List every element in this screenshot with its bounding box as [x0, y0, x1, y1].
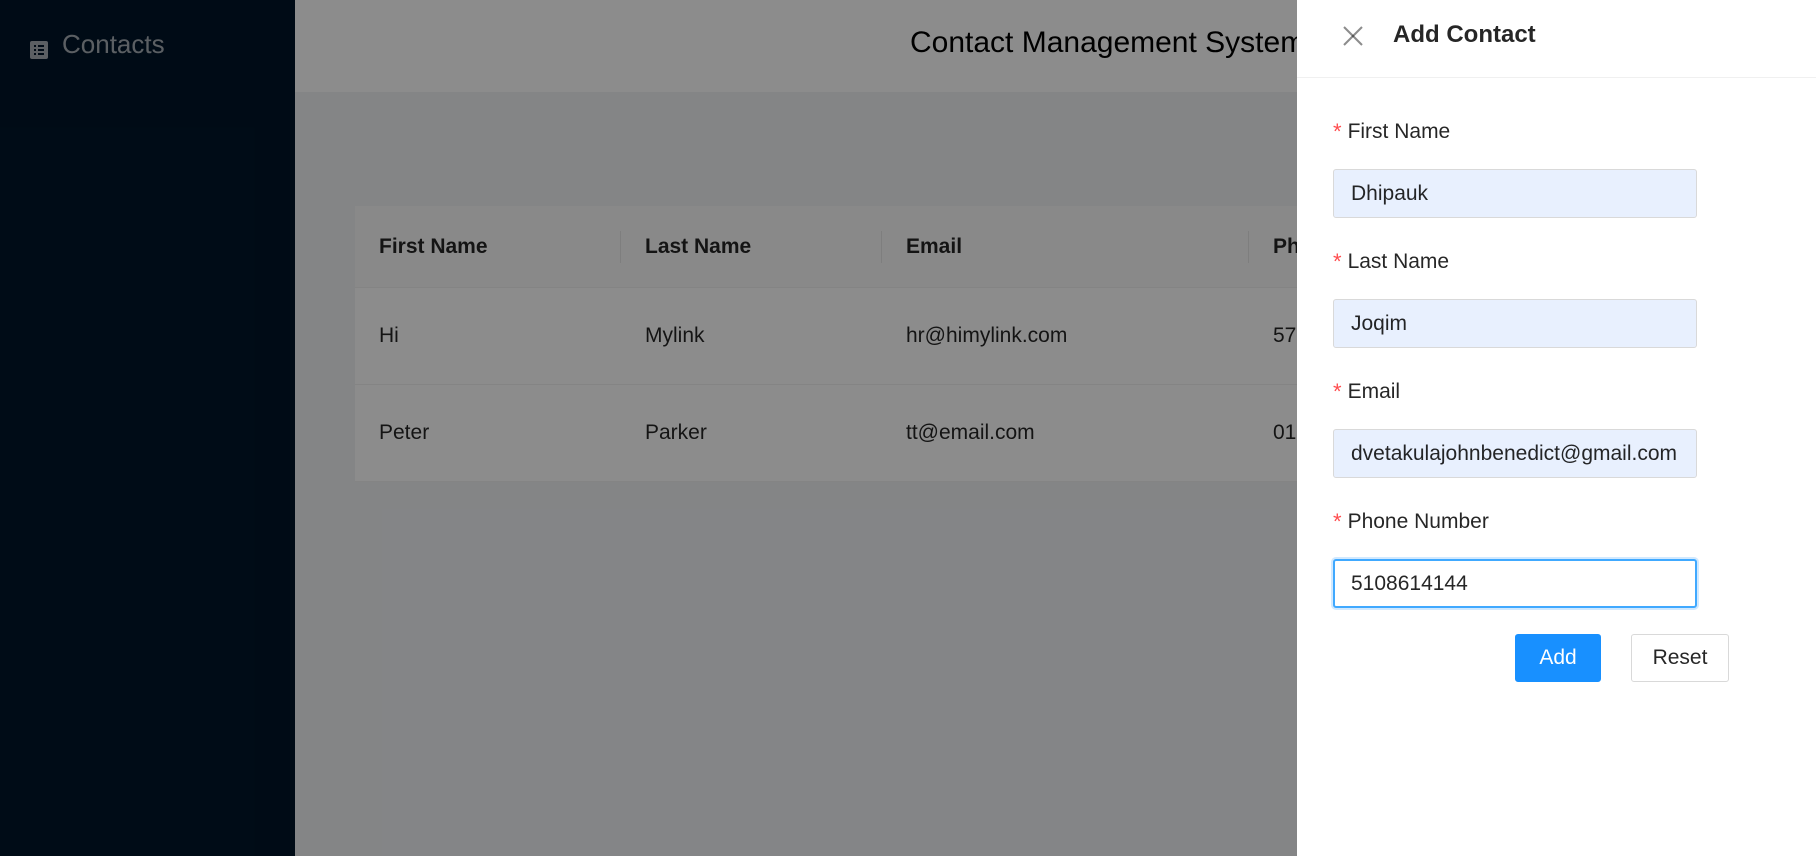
- form-item-last-name: * Last Name Joqim: [1333, 247, 1697, 348]
- drawer-title: Add Contact: [1393, 21, 1536, 48]
- form-item-email: * Email dvetakulajohnbenedict@gmail.com: [1333, 377, 1697, 478]
- last-name-label: * Last Name: [1333, 247, 1697, 277]
- required-mark: *: [1333, 509, 1342, 534]
- email-label: * Email: [1333, 377, 1697, 407]
- label-text: Phone Number: [1347, 510, 1489, 533]
- label-text: First Name: [1347, 120, 1451, 143]
- add-button[interactable]: Add: [1515, 634, 1601, 682]
- required-mark: *: [1333, 379, 1342, 404]
- reset-button[interactable]: Reset: [1631, 634, 1729, 682]
- drawer-header: Add Contact: [1297, 0, 1816, 78]
- label-text: Email: [1347, 380, 1401, 403]
- form-item-phone-number: * Phone Number 5108614144: [1333, 507, 1697, 608]
- close-icon[interactable]: [1340, 23, 1366, 49]
- first-name-field[interactable]: Dhipauk: [1333, 169, 1697, 218]
- phone-number-label: * Phone Number: [1333, 507, 1697, 537]
- form-item-first-name: * First Name Dhipauk: [1333, 117, 1697, 218]
- last-name-field[interactable]: Joqim: [1333, 299, 1697, 348]
- email-field[interactable]: dvetakulajohnbenedict@gmail.com: [1333, 429, 1697, 478]
- app: Contacts Contact Management System First…: [0, 0, 1816, 856]
- first-name-label: * First Name: [1333, 117, 1697, 147]
- phone-number-field[interactable]: 5108614144: [1333, 559, 1697, 608]
- required-mark: *: [1333, 249, 1342, 274]
- label-text: Last Name: [1347, 250, 1450, 273]
- required-mark: *: [1333, 119, 1342, 144]
- add-contact-drawer: Add Contact * First Name Dhipauk * Last …: [1297, 0, 1816, 856]
